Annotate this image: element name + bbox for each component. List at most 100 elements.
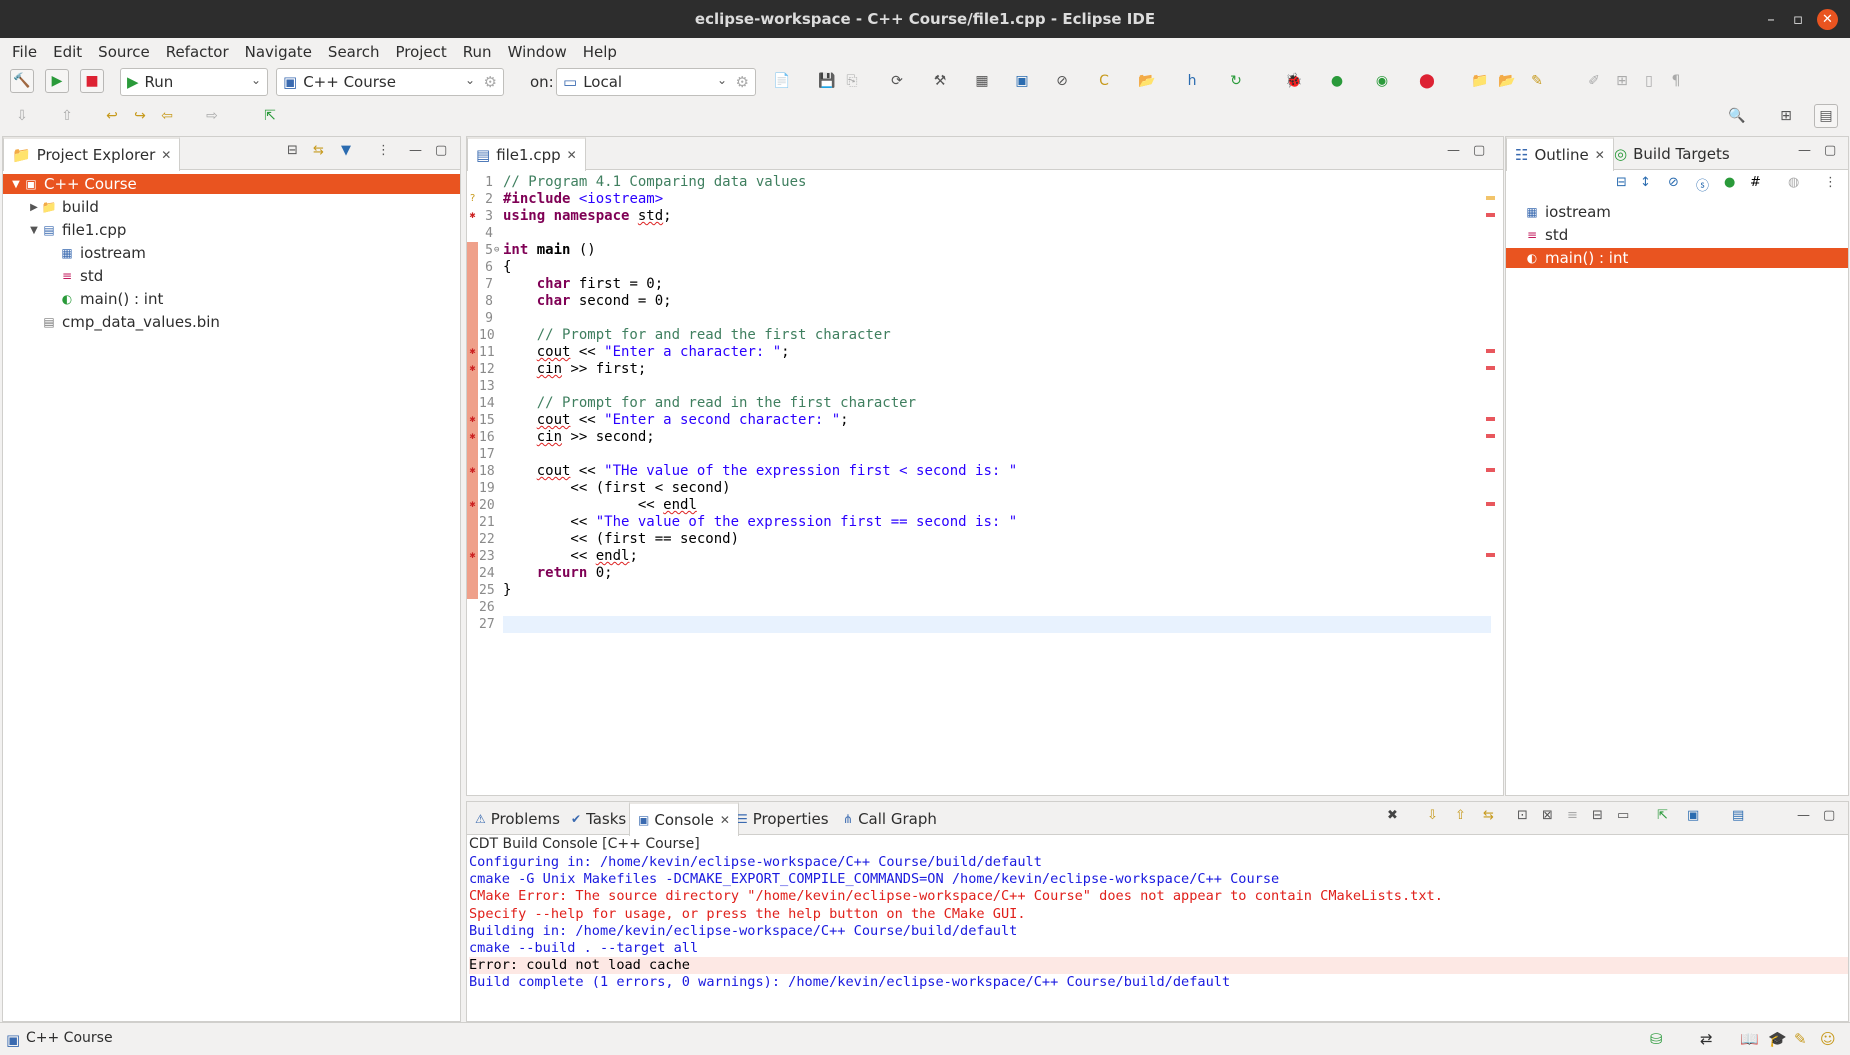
external-tools-icon[interactable]: ⬤ (1415, 69, 1439, 93)
error-marker-icon[interactable]: ✱ (467, 346, 478, 358)
hide-macros-icon[interactable]: # (1750, 175, 1761, 190)
new-file-icon[interactable]: h (1180, 69, 1204, 93)
pin-console-icon[interactable]: ⇱ (1657, 808, 1668, 823)
block-select-icon[interactable]: ⊞ (1610, 69, 1634, 93)
menu-help[interactable]: Help (575, 43, 625, 61)
tree-item[interactable]: ▼ ▤ file1.cpp (3, 220, 460, 240)
maximize-view-icon[interactable]: ▢ (1823, 808, 1835, 823)
close-tab-icon[interactable]: ✕ (1595, 148, 1605, 162)
hide-static-icon[interactable]: ⓢ (1696, 175, 1709, 194)
menu-edit[interactable]: Edit (45, 43, 90, 61)
menu-refactor[interactable]: Refactor (158, 43, 237, 61)
console-output[interactable]: Configuring in: /home/kevin/eclipse-work… (467, 854, 1848, 1021)
fold-icon[interactable]: ⊖ (494, 242, 499, 259)
minimize-view-icon[interactable]: — (409, 143, 422, 158)
tab-file1-cpp[interactable]: ▤ file1.cpp ✕ (467, 137, 586, 171)
minimize-button[interactable]: – (1756, 0, 1786, 38)
launch-run-icon[interactable]: ▶ (45, 69, 69, 93)
overview-ruler-mark[interactable] (1486, 553, 1495, 557)
show-console-icon[interactable]: ▭ (1617, 808, 1629, 823)
twisty-icon[interactable]: ▶ (27, 202, 41, 213)
maximize-button[interactable]: ▫ (1783, 0, 1813, 38)
tab-properties[interactable]: ☰ Properties (729, 802, 837, 835)
scroll-lock-icon[interactable]: ⊟ (1592, 808, 1603, 823)
edit-location-icon[interactable]: ↪ (128, 104, 152, 128)
new-icon[interactable]: 📄 (770, 69, 794, 93)
error-marker-icon[interactable]: ✱ (467, 210, 478, 222)
error-marker-icon[interactable]: ✱ (467, 465, 478, 477)
skip-breakpoints-icon[interactable]: ⊘ (1050, 69, 1074, 93)
run-icon[interactable]: ● (1325, 69, 1349, 93)
launch-mode-select[interactable]: ▶ Run ⌄ (120, 68, 268, 96)
menu-search[interactable]: Search (320, 43, 388, 61)
close-tab-icon[interactable]: ✕ (161, 148, 171, 162)
word-wrap-icon[interactable]: ≡ (1567, 808, 1578, 823)
code-area[interactable]: 1 // Program 4.1 Comparing data values? 2 #… (467, 170, 1503, 795)
tab-console[interactable]: ▣ Console ✕ (629, 802, 739, 836)
back-icon[interactable]: ⇦ (155, 104, 179, 128)
overview-ruler-mark[interactable] (1486, 349, 1495, 353)
maximize-view-icon[interactable]: ▢ (435, 143, 447, 158)
hide-nonpublic-icon[interactable]: ● (1724, 175, 1735, 190)
twisty-icon[interactable]: ▼ (9, 179, 23, 190)
tab-outline[interactable]: ☷ Outline ✕ (1506, 137, 1614, 171)
pilcrow-icon[interactable]: ¶ (1664, 69, 1688, 93)
profile-icon[interactable]: ◉ (1370, 69, 1394, 93)
heap-icon[interactable]: ⛁ (1650, 1030, 1663, 1048)
cpp-perspective-icon[interactable]: ▤ (1814, 104, 1838, 128)
terminal-icon[interactable]: ▣ (1010, 69, 1034, 93)
scroll-up-icon[interactable]: ⇧ (1455, 808, 1466, 823)
tab-project-explorer[interactable]: 📁 Project Explorer ✕ (3, 137, 181, 171)
tree-item[interactable]: ≡ std (3, 266, 460, 286)
menu-project[interactable]: Project (387, 43, 454, 61)
open-element-icon[interactable]: 📂 (1495, 69, 1519, 93)
overview-ruler-mark[interactable] (1486, 196, 1495, 200)
overview-ruler-mark[interactable] (1486, 468, 1495, 472)
progress-icon[interactable]: ⇄ (1700, 1030, 1713, 1048)
close-button[interactable]: ✕ (1817, 9, 1838, 30)
stop-icon[interactable]: ■ (80, 69, 104, 93)
hide-fields-icon[interactable]: ⊘ (1668, 175, 1679, 190)
minimize-view-icon[interactable]: — (1798, 143, 1811, 158)
binary-icon[interactable]: ▦ (970, 69, 994, 93)
link-editor-icon[interactable]: ⇆ (313, 143, 324, 158)
warning-marker-icon[interactable]: ? (467, 193, 478, 205)
menu-run[interactable]: Run (455, 43, 500, 61)
next-annotation-icon[interactable]: ⇩ (10, 104, 34, 128)
terminate-icon[interactable]: ✖ (1387, 808, 1398, 823)
minimize-view-icon[interactable]: — (1447, 143, 1460, 158)
view-menu-icon[interactable]: ⋮ (1824, 175, 1837, 190)
overview-ruler-mark[interactable] (1486, 434, 1495, 438)
sort-icon[interactable]: ↕ (1640, 175, 1651, 190)
tree-item[interactable]: ▤ cmp_data_values.bin (3, 312, 460, 332)
twisty-icon[interactable]: ▼ (27, 225, 41, 236)
hat-icon[interactable]: 🎓 (1768, 1030, 1787, 1048)
tab-call-graph[interactable]: ⋔ Call Graph (835, 802, 945, 835)
error-marker-icon[interactable]: ✱ (467, 550, 478, 562)
gear-icon[interactable]: ⚙ (484, 73, 497, 91)
link-console-icon[interactable]: ⇆ (1483, 808, 1494, 823)
scroll-down-icon[interactable]: ⇩ (1427, 808, 1438, 823)
tree-item[interactable]: ▶ 📁 build (3, 197, 460, 217)
tab-problems[interactable]: ⚠ Problems (467, 802, 568, 835)
pin-editor-icon[interactable]: ⇱ (258, 104, 282, 128)
clear-icon[interactable]: ⊠ (1542, 808, 1553, 823)
last-edit-icon[interactable]: ↩ (100, 104, 124, 128)
book-icon[interactable]: 📖 (1740, 1030, 1759, 1048)
outline-item[interactable]: ▦ iostream (1506, 202, 1848, 222)
new-console-icon[interactable]: ▤ (1732, 808, 1744, 823)
overview-ruler-mark[interactable] (1486, 213, 1495, 217)
overview-ruler-mark[interactable] (1486, 417, 1495, 421)
menu-navigate[interactable]: Navigate (237, 43, 320, 61)
overview-ruler-mark[interactable] (1486, 502, 1495, 506)
filter-icon[interactable]: ▼ (341, 143, 351, 158)
tab-build-targets[interactable]: ◎ Build Targets (1606, 137, 1738, 170)
smiley-icon[interactable]: ☺ (1820, 1030, 1836, 1048)
debug-icon[interactable]: 🐞 (1282, 69, 1306, 93)
overview-ruler-mark[interactable] (1486, 366, 1495, 370)
error-marker-icon[interactable]: ✱ (467, 431, 478, 443)
collapse-all-icon[interactable]: ⊟ (287, 143, 298, 158)
launch-config-select[interactable]: ▣ C++ Course ⌄ ⚙ (276, 68, 504, 96)
menu-file[interactable]: File (4, 43, 45, 61)
outline-item[interactable]: ◐ main() : int (1506, 248, 1848, 268)
